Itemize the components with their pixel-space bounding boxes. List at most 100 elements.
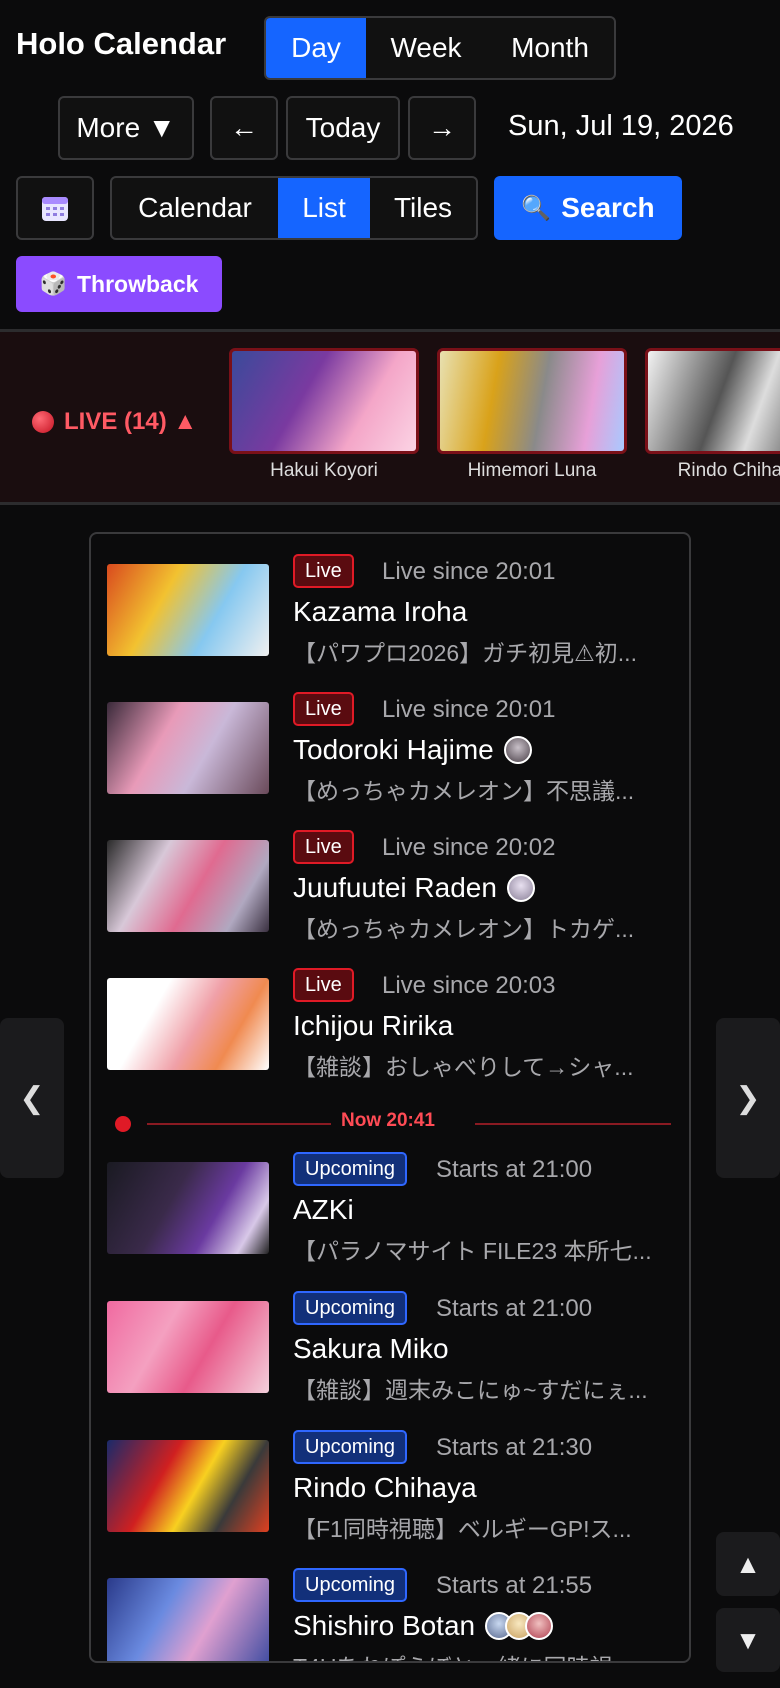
stream-channel: Kazama Iroha — [293, 596, 467, 628]
view-mode-selector: Day Week Month — [264, 16, 616, 80]
stream-channel: Shishiro Botan — [293, 1610, 554, 1642]
throwback-label: Throwback — [76, 270, 199, 297]
scroll-down-button[interactable]: ▼ — [716, 1608, 780, 1672]
status-badge: Live — [293, 968, 354, 1002]
stream-thumbnail — [107, 1301, 269, 1393]
more-button[interactable]: More ▼ — [58, 96, 194, 160]
layout-list[interactable]: List — [278, 178, 370, 238]
channel-name: Sakura Miko — [293, 1333, 449, 1364]
stream-title: 【雑談】おしゃべりして→シャ... — [293, 1054, 634, 1080]
live-card[interactable]: Rindo Chihaya — [645, 348, 780, 482]
stream-list: Live Live since 20:01 Kazama Iroha 【パワプロ… — [89, 532, 691, 1663]
prev-page-button[interactable]: ❮ — [0, 1018, 64, 1178]
collab-avatar — [506, 874, 535, 902]
stream-channel: Sakura Miko — [293, 1333, 449, 1365]
stream-title: 【パラノマサイト FILE23 本所七... — [293, 1238, 652, 1264]
stream-time: Live since 20:01 — [382, 696, 556, 723]
scroll-up-button[interactable]: ▲ — [716, 1532, 780, 1596]
calendar-picker-button[interactable] — [16, 176, 94, 240]
now-dot-icon — [115, 1116, 131, 1132]
stream-thumbnail — [107, 564, 269, 656]
channel-name: Shishiro Botan — [293, 1610, 476, 1641]
view-mode-month[interactable]: Month — [486, 18, 614, 78]
live-thumbnail — [645, 348, 780, 454]
app-title: Holo Calendar — [16, 26, 227, 61]
stream-time: Starts at 21:55 — [436, 1572, 593, 1599]
stream-thumbnail — [107, 1440, 269, 1532]
stream-title: 【雑談】週末みこにゅ~すだにぇ... — [293, 1377, 648, 1403]
list-item[interactable]: Live Live since 20:02 Juufuutei Raden 【め… — [107, 810, 677, 942]
stream-channel: AZKi — [293, 1194, 354, 1226]
channel-name: Juufuutei Raden — [293, 872, 497, 903]
status-badge: Upcoming — [293, 1291, 408, 1325]
live-card[interactable]: Hakui Koyori — [229, 348, 419, 482]
layout-tiles[interactable]: Tiles — [370, 178, 476, 238]
channel-name: Kazama Iroha — [293, 596, 468, 627]
now-line — [475, 1123, 671, 1125]
live-channel-name: Hakui Koyori — [270, 460, 378, 481]
collab-avatar — [525, 1612, 554, 1640]
status-badge: Live — [293, 830, 354, 864]
list-item[interactable]: Upcoming Starts at 21:00 Sakura Miko 【雑談… — [107, 1271, 677, 1403]
collab-avatar — [503, 736, 532, 764]
stream-title: 【パワプロ2026】ガチ初見⚠初... — [293, 640, 637, 666]
view-mode-week[interactable]: Week — [366, 18, 486, 78]
prev-day-button[interactable]: ← — [210, 96, 278, 160]
list-item[interactable]: Upcoming Starts at 21:30 Rindo Chihaya 【… — [107, 1410, 677, 1542]
live-thumbnail — [229, 348, 419, 454]
channel-name: Todoroki Hajime — [293, 734, 494, 765]
layout-calendar[interactable]: Calendar — [112, 178, 278, 238]
list-item[interactable]: Live Live since 20:01 Todoroki Hajime 【め… — [107, 672, 677, 804]
channel-name: Rindo Chihaya — [293, 1472, 477, 1503]
channel-name: Ichijou Ririka — [293, 1010, 454, 1041]
list-item[interactable]: Upcoming Starts at 21:00 AZKi 【パラノマサイト F… — [107, 1132, 677, 1264]
stream-time: Starts at 21:30 — [436, 1434, 593, 1461]
stream-time: Live since 20:03 — [382, 972, 556, 999]
stream-thumbnail — [107, 840, 269, 932]
current-date: Sun, Jul 19, 2026 — [508, 110, 734, 142]
status-badge: Live — [293, 554, 354, 588]
live-count-label: LIVE (14) ▲ — [64, 408, 198, 435]
live-channel-name: Himemori Luna — [467, 460, 597, 481]
stream-channel: Todoroki Hajime — [293, 734, 532, 766]
live-card[interactable]: Himemori Luna — [437, 348, 627, 482]
search-label: Search — [561, 192, 655, 223]
live-channel-name: Rindo Chihaya — [677, 460, 780, 481]
status-badge: Live — [293, 692, 354, 726]
stream-thumbnail — [107, 978, 269, 1070]
stream-thumbnail — [107, 1578, 269, 1661]
live-dot-icon — [32, 411, 54, 433]
stream-title: 【めっちゃカメレオン】トカゲ... — [293, 916, 635, 942]
status-badge: Upcoming — [293, 1152, 408, 1186]
dice-icon: 🎲 — [39, 271, 67, 296]
channel-name: AZKi — [293, 1194, 354, 1225]
stream-time: Live since 20:02 — [382, 834, 556, 861]
stream-title: 【めっちゃカメレオン】不思議... — [293, 778, 635, 804]
live-thumbnail — [437, 348, 627, 454]
list-item[interactable]: Live Live since 20:03 Ichijou Ririka 【雑談… — [107, 948, 677, 1080]
calendar-icon — [42, 197, 68, 221]
layout-selector: Calendar List Tiles — [110, 176, 478, 240]
stream-time: Starts at 21:00 — [436, 1156, 593, 1183]
today-button[interactable]: Today — [286, 96, 400, 160]
stream-time: Live since 20:01 — [382, 558, 556, 585]
view-mode-day[interactable]: Day — [266, 18, 366, 78]
next-day-button[interactable]: → — [408, 96, 476, 160]
live-toggle[interactable]: LIVE (14) ▲ — [32, 408, 197, 436]
stream-time: Starts at 21:00 — [436, 1295, 593, 1322]
stream-channel: Rindo Chihaya — [293, 1472, 477, 1504]
live-strip: LIVE (14) ▲ Hakui Koyori Himemori Luna R… — [0, 329, 780, 505]
status-badge: Upcoming — [293, 1430, 408, 1464]
next-page-button[interactable]: ❯ — [716, 1018, 780, 1178]
stream-thumbnail — [107, 1162, 269, 1254]
stream-title: 【F1同時視聴】ベルギーGP!ス... — [293, 1516, 632, 1542]
stream-thumbnail — [107, 702, 269, 794]
now-line — [147, 1123, 331, 1125]
stream-channel: Ichijou Ririka — [293, 1010, 453, 1042]
list-item[interactable]: Live Live since 20:01 Kazama Iroha 【パワプロ… — [107, 534, 677, 666]
search-button[interactable]: 🔍 Search — [494, 176, 682, 240]
stream-title: T4Uをねぽらぼと一緒に同時視... — [293, 1648, 677, 1661]
status-badge: Upcoming — [293, 1568, 408, 1602]
throwback-button[interactable]: 🎲 Throwback — [16, 256, 222, 312]
list-item[interactable]: Upcoming Starts at 21:55 Shishiro Botan … — [107, 1548, 677, 1661]
